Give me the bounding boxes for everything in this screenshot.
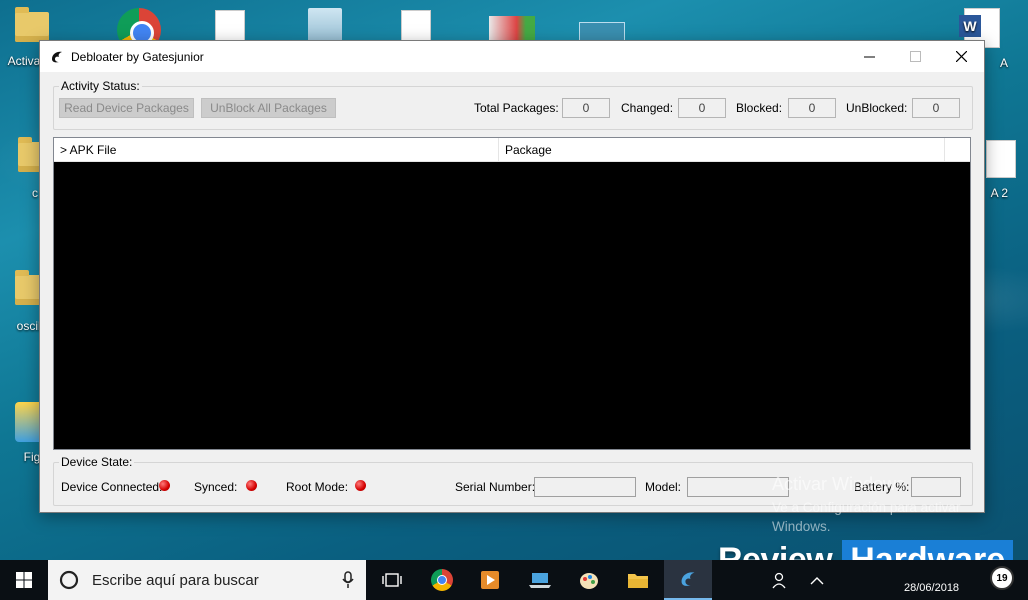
media-player-icon (481, 571, 499, 589)
battery-field[interactable] (911, 477, 961, 497)
window-title: Debloater by Gatesjunior (71, 49, 204, 64)
unblocked-value: 0 (912, 98, 960, 118)
folder-icon (15, 7, 49, 42)
desktop-icon-screen[interactable] (572, 22, 632, 42)
close-button[interactable] (938, 41, 984, 72)
device-state-label: Device State: (59, 455, 135, 469)
start-button[interactable] (0, 560, 48, 600)
taskbar-paint[interactable] (565, 560, 613, 600)
activate-windows-subtitle: Ve a Configuración para activar Windows. (772, 500, 961, 534)
root-mode-indicator (355, 480, 366, 491)
screen-icon (579, 22, 625, 42)
column-header-package[interactable]: Package (499, 138, 945, 162)
changed-label: Changed: (621, 101, 674, 115)
close-icon (955, 51, 967, 62)
taskbar-chrome[interactable] (418, 560, 466, 600)
changed-value: 0 (678, 98, 726, 118)
maximize-icon (909, 51, 921, 62)
taskbar-search-box[interactable]: Escribe aquí para buscar (48, 560, 366, 600)
synced-label: Synced: (194, 480, 238, 494)
search-placeholder: Escribe aquí para buscar (92, 571, 259, 589)
task-view-icon (382, 573, 402, 587)
microphone-icon (342, 571, 354, 588)
blocked-label: Blocked: (736, 101, 783, 115)
chrome-icon (431, 569, 453, 591)
blocked-value: 0 (788, 98, 836, 118)
minimize-icon (863, 56, 875, 58)
column-header-apk-file[interactable]: > APK File (54, 138, 499, 162)
device-connected-indicator (159, 480, 170, 491)
taskbar: Escribe aquí para buscar 28/06/2018 (0, 560, 1028, 600)
taskbar-laptop-app[interactable] (516, 560, 564, 600)
taskbar-debloater[interactable] (664, 560, 712, 600)
desktop-icon-app[interactable] (482, 16, 542, 40)
activity-status-label: Activity Status: (59, 79, 142, 93)
debloater-window: Debloater by Gatesjunior Activity Status… (39, 40, 985, 513)
unblocked-label: UnBlocked: (846, 101, 908, 115)
list-header: > APK File Package (54, 138, 970, 162)
read-device-packages-button[interactable]: Read Device Packages (59, 98, 194, 118)
task-view-button[interactable] (368, 560, 416, 600)
device-connected-label: Device Connected: (61, 480, 163, 494)
cortana-icon (59, 570, 79, 590)
windows-logo-icon (16, 572, 32, 588)
synced-indicator (246, 480, 257, 491)
taskbar-file-explorer[interactable] (614, 560, 662, 600)
minimize-button[interactable] (846, 41, 892, 72)
root-mode-label: Root Mode: (286, 480, 349, 494)
paint-icon (580, 573, 598, 589)
taskbar-date[interactable]: 28/06/2018 (904, 582, 959, 594)
app-icon (489, 16, 535, 40)
title-bar[interactable]: Debloater by Gatesjunior (40, 41, 984, 72)
debloater-logo-icon (681, 572, 695, 586)
serial-number-label: Serial Number: (455, 480, 536, 494)
chevron-up-icon[interactable] (810, 576, 824, 586)
file-explorer-icon (628, 574, 648, 588)
taskbar-media-player[interactable] (466, 560, 514, 600)
laptop-icon (529, 573, 551, 588)
people-icon[interactable] (772, 572, 790, 590)
model-label: Model: (645, 480, 682, 494)
debloater-logo-icon (52, 51, 62, 62)
activate-windows-title: Activar Windows (772, 474, 906, 494)
total-packages-label: Total Packages: (474, 101, 559, 115)
document-icon (986, 140, 1016, 178)
maximize-button[interactable] (892, 41, 938, 72)
notification-badge[interactable]: 19 (990, 566, 1014, 590)
total-packages-value: 0 (562, 98, 610, 118)
unblock-all-packages-button[interactable]: UnBlock All Packages (201, 98, 336, 118)
serial-number-field[interactable] (534, 477, 636, 497)
package-list[interactable]: > APK File Package (53, 137, 971, 450)
